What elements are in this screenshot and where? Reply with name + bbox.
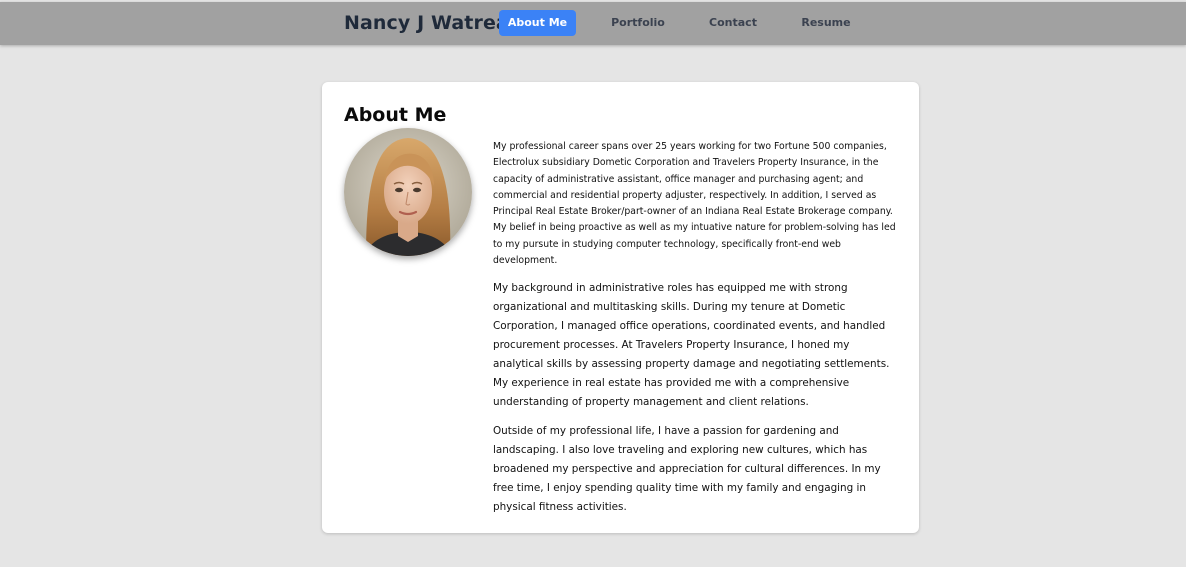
- bio-paragraph-personal: Outside of my professional life, I have …: [493, 425, 881, 514]
- profile-photo: [344, 128, 472, 256]
- profile-photo-icon: [344, 128, 472, 256]
- about-card: About Me My professional career spans ov…: [322, 82, 919, 533]
- bio-text: My professional career spans over 25 yea…: [493, 139, 903, 527]
- bio-paragraph-background: My background in administrative roles ha…: [493, 282, 890, 409]
- site-name[interactable]: Nancy J Watreas: [344, 12, 520, 34]
- nav-contact[interactable]: Contact: [703, 10, 763, 36]
- top-navigation-bar: Nancy J Watreas About Me Portfolio Conta…: [0, 2, 1186, 45]
- nav-resume[interactable]: Resume: [796, 10, 856, 36]
- page-title: About Me: [344, 104, 447, 126]
- nav-about-me[interactable]: About Me: [499, 10, 576, 36]
- bio-paragraph-career: My professional career spans over 25 yea…: [493, 141, 896, 267]
- nav-portfolio[interactable]: Portfolio: [604, 10, 672, 36]
